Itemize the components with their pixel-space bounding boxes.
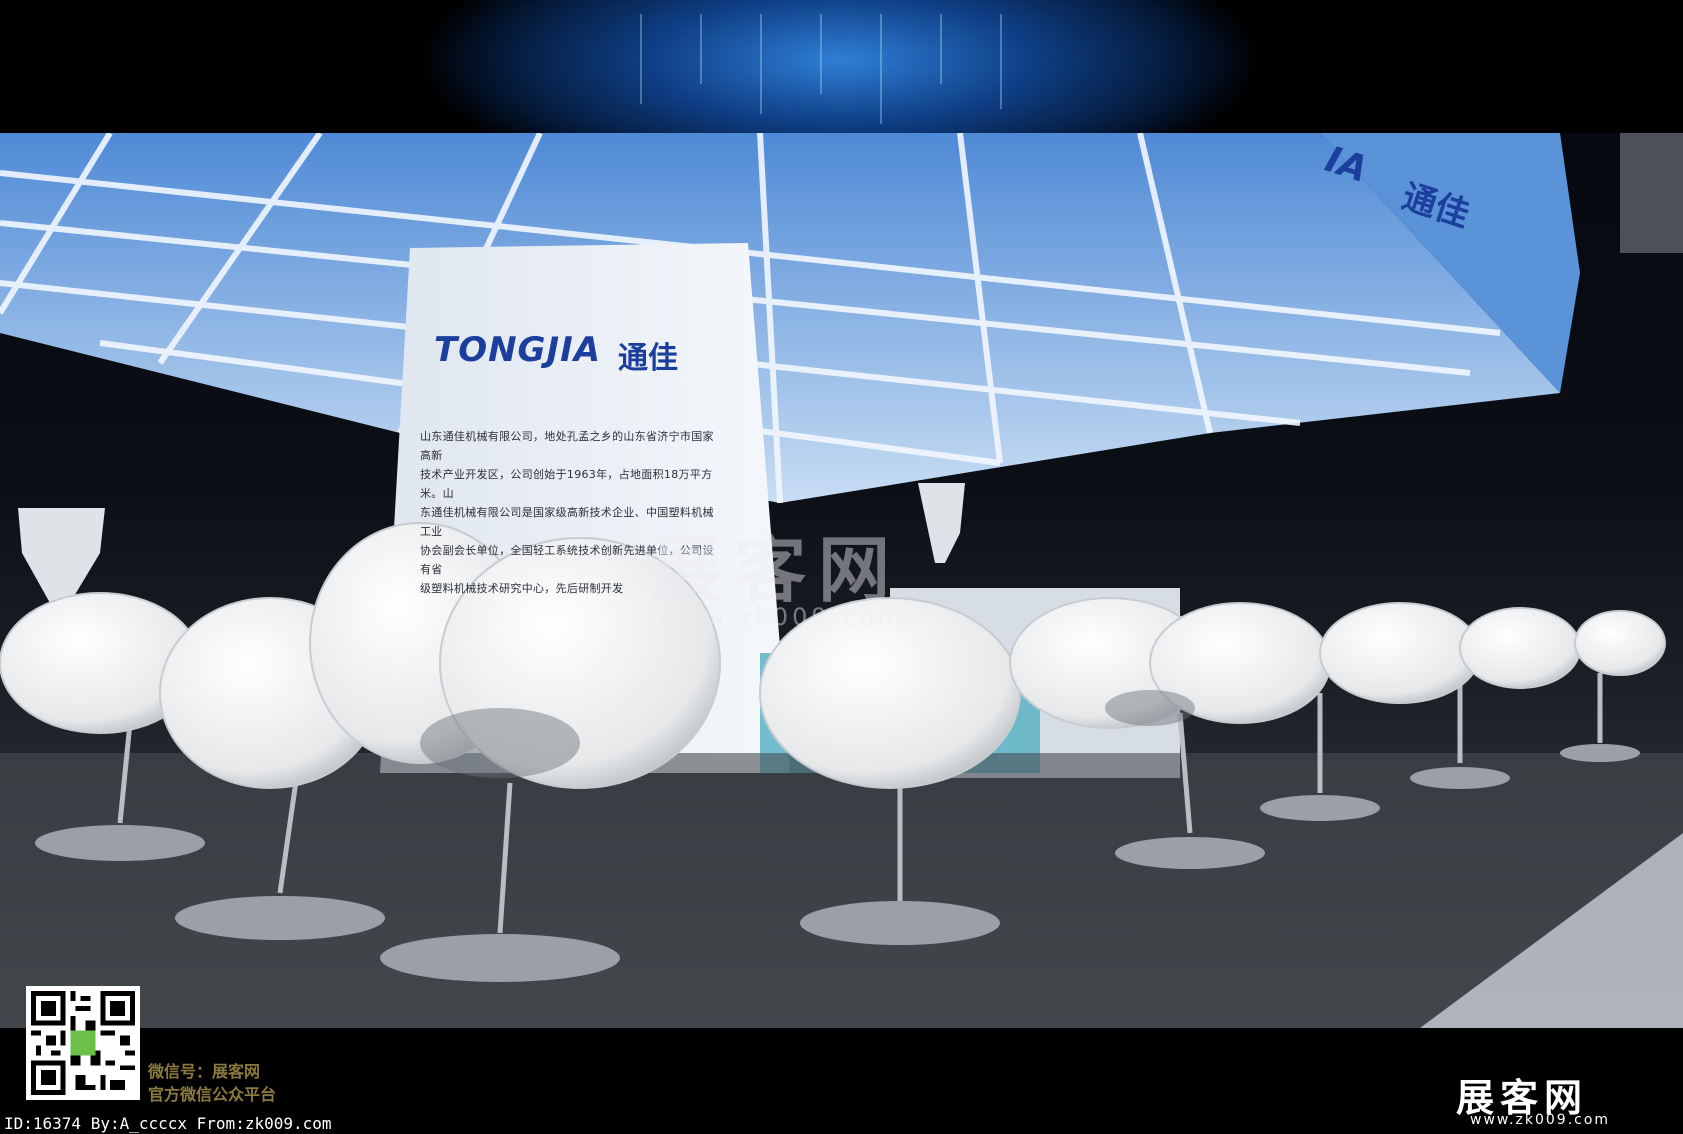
- exhibition-booth-scene: IA 通佳 TONGJIA 通佳 山东通佳机械有限公司，地处孔孟之乡的山东省济宁…: [0, 133, 1683, 1028]
- footer-brand-url: www.zk009.com: [1470, 1112, 1611, 1128]
- qr-code-icon: [31, 991, 135, 1095]
- description-line: 山东通佳机械有限公司，地处孔孟之乡的山东省济宁市国家高新: [420, 430, 714, 462]
- wechat-id: 微信号：展客网: [148, 1062, 261, 1081]
- panel-logo-latin: TONGJIA: [434, 330, 602, 370]
- description-line: 技术产业开发区，公司创始于1963年，占地面积18万平方米。山: [420, 468, 713, 500]
- top-banner: [0, 0, 1683, 133]
- image-credit: ID:16374 By:A_ccccx From:zk009.com: [4, 1114, 332, 1133]
- qr-code: [26, 986, 140, 1100]
- watermark-brand: 展客网: [650, 527, 903, 612]
- wechat-platform: 官方微信公众平台: [148, 1085, 277, 1104]
- watermark-url: www.zk009.com: [658, 603, 906, 631]
- panel-logo-cn: 通佳: [618, 341, 678, 376]
